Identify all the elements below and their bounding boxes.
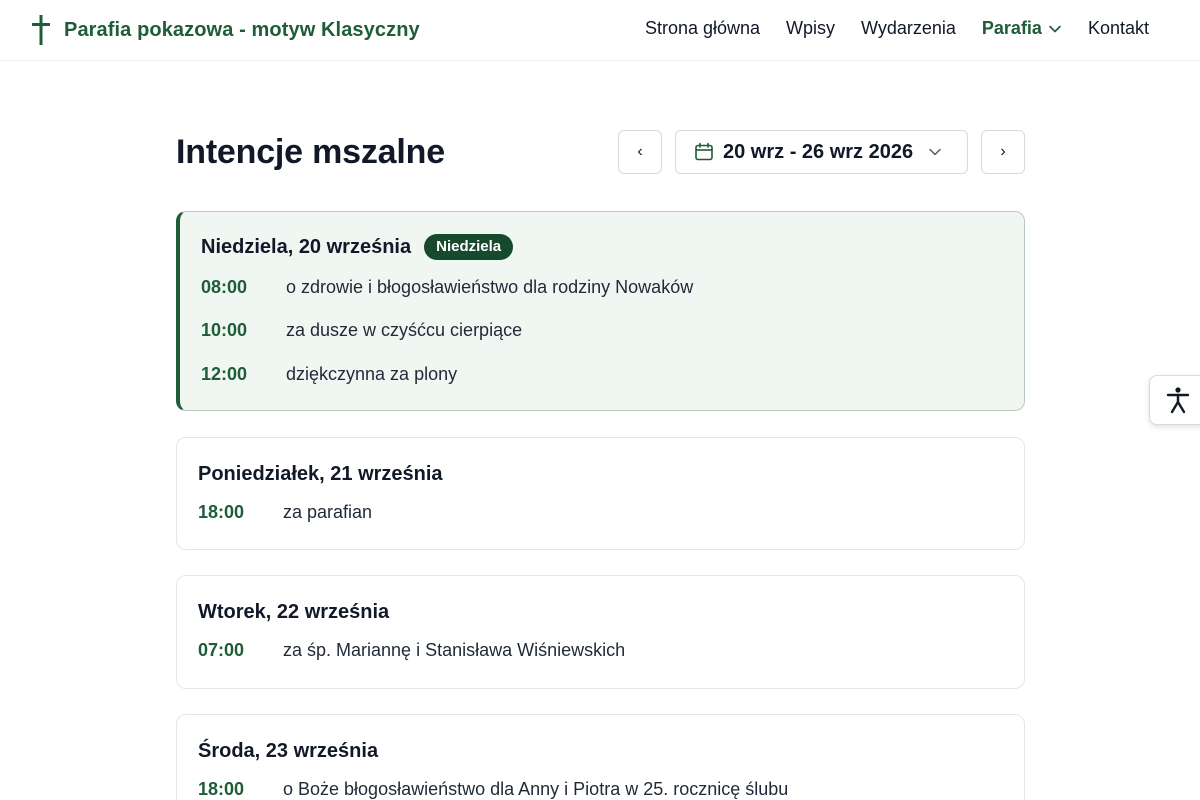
mass-row: 18:00 o Boże błogosławieństwo dla Anny i… bbox=[198, 778, 1003, 800]
mass-intention: dziękczynna za plony bbox=[286, 363, 458, 384]
nav-posts[interactable]: Wpisy bbox=[786, 18, 835, 39]
mass-time: 18:00 bbox=[198, 778, 245, 799]
mass-intention: za parafian bbox=[283, 501, 373, 522]
accessibility-button[interactable] bbox=[1149, 375, 1200, 425]
cross-icon bbox=[32, 15, 50, 45]
day-card: Niedziela, 20 września Niedziela 08:00 o… bbox=[176, 211, 1025, 411]
accessibility-icon bbox=[1166, 387, 1190, 414]
site-title: Parafia pokazowa - motyw Klasyczny bbox=[64, 18, 420, 41]
day-header: Wtorek, 22 września bbox=[198, 599, 1003, 625]
day-header: Poniedziałek, 21 września bbox=[198, 461, 1003, 487]
day-header: Środa, 23 września bbox=[198, 738, 1003, 764]
site-header: Parafia pokazowa - motyw Klasyczny Stron… bbox=[0, 0, 1200, 61]
mass-time: 10:00 bbox=[201, 319, 248, 340]
chevron-down-icon bbox=[929, 148, 941, 156]
mass-time: 12:00 bbox=[201, 363, 248, 384]
date-range-picker[interactable]: 20 wrz - 26 wrz 2026 bbox=[675, 130, 968, 174]
mass-row: 18:00 za parafian bbox=[198, 501, 1003, 523]
day-title: Wtorek, 22 września bbox=[198, 600, 390, 623]
calendar-icon bbox=[695, 142, 713, 161]
day-card: Środa, 23 września 18:00 o Boże błogosła… bbox=[176, 714, 1025, 800]
day-title: Niedziela, 20 września bbox=[201, 235, 412, 258]
mass-time: 08:00 bbox=[201, 276, 248, 297]
mass-row: 07:00 za śp. Mariannę i Stanisława Wiśni… bbox=[198, 639, 1003, 661]
date-range-label: 20 wrz - 26 wrz 2026 bbox=[723, 140, 914, 163]
day-card: Wtorek, 22 września 07:00 za śp. Mariann… bbox=[176, 575, 1025, 689]
mass-time: 07:00 bbox=[198, 639, 245, 660]
mass-intention: o zdrowie i błogosławieństwo dla rodziny… bbox=[286, 276, 694, 297]
mass-intention: o Boże błogosławieństwo dla Anny i Piotr… bbox=[283, 778, 789, 799]
next-week-button[interactable]: › bbox=[981, 130, 1025, 174]
mass-time: 18:00 bbox=[198, 501, 245, 522]
page-title: Intencje mszalne bbox=[176, 133, 445, 171]
chevron-down-icon bbox=[1049, 25, 1061, 32]
day-title: Środa, 23 września bbox=[198, 739, 379, 762]
nav-parish[interactable]: Parafia bbox=[982, 18, 1062, 39]
prev-week-button[interactable]: ‹ bbox=[618, 130, 662, 174]
day-title: Poniedziałek, 21 września bbox=[198, 462, 443, 485]
mass-row: 10:00 za dusze w czyśćcu cierpiące bbox=[201, 319, 1003, 341]
nav-home[interactable]: Strona główna bbox=[645, 18, 760, 39]
mass-row: 12:00 dziękczynna za plony bbox=[201, 363, 1003, 385]
day-header: Niedziela, 20 września Niedziela bbox=[201, 234, 1003, 260]
day-badge: Niedziela bbox=[424, 234, 514, 260]
mass-intention: za dusze w czyśćcu cierpiące bbox=[286, 319, 523, 340]
brand[interactable]: Parafia pokazowa - motyw Klasyczny bbox=[30, 14, 420, 46]
nav-contact[interactable]: Kontakt bbox=[1088, 18, 1149, 39]
day-card: Poniedziałek, 21 września 18:00 za paraf… bbox=[176, 437, 1025, 550]
mass-row: 08:00 o zdrowie i błogosławieństwo dla r… bbox=[201, 276, 1003, 298]
mass-intention: za śp. Mariannę i Stanisława Wiśniewskic… bbox=[283, 639, 626, 660]
nav-parish-label: Parafia bbox=[981, 18, 1042, 38]
main-nav: Strona główna Wpisy Wydarzenia Parafia K… bbox=[645, 18, 1149, 39]
nav-events[interactable]: Wydarzenia bbox=[861, 18, 956, 39]
